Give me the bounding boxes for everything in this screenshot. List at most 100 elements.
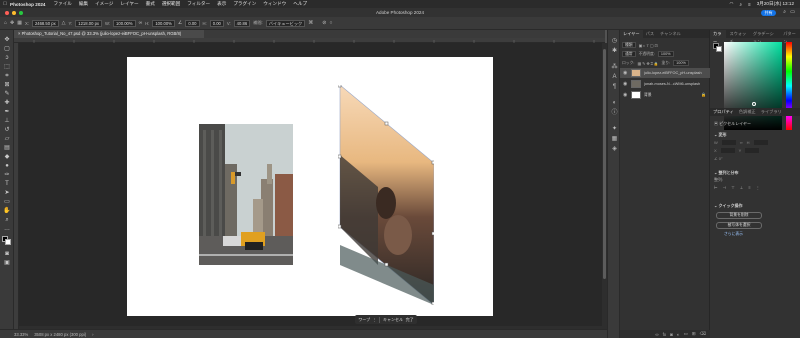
opacity-field[interactable]: 100% — [657, 51, 674, 57]
control-center-icon[interactable]: ≡ — [748, 2, 751, 7]
eye-icon[interactable]: ◉ — [623, 79, 627, 89]
learn-panel-icon[interactable]: ✱ — [611, 48, 618, 55]
width-field[interactable]: 100.00% — [113, 19, 136, 27]
layer-kind-filter[interactable]: 種類 — [622, 42, 636, 48]
rotation-value[interactable]: 0° — [719, 156, 723, 161]
history-panel-icon[interactable]: ◷ — [611, 38, 618, 45]
close-window-button[interactable] — [5, 10, 9, 15]
document-tab[interactable]: × Photoshop_Tutorial_No_47.psd @ 33.3% (… — [14, 30, 204, 38]
background-color-swatch[interactable] — [5, 239, 11, 245]
character-panel-icon[interactable]: A — [611, 74, 618, 81]
document-canvas[interactable] — [127, 57, 493, 316]
skew-h-field[interactable]: 0.00 — [209, 19, 224, 27]
eye-icon[interactable]: ◉ — [623, 90, 627, 100]
search-icon[interactable]: ⌕ — [783, 8, 786, 17]
scrollbar-thumb[interactable] — [603, 49, 606, 279]
align-section-title[interactable]: ⌄ 整列と分布 — [714, 170, 738, 176]
delta-icon[interactable]: △ — [62, 20, 66, 26]
link-icon[interactable]: ∞ — [139, 20, 143, 26]
swatches-panel-icon[interactable]: ▦ — [611, 136, 618, 143]
tab-color[interactable]: カラー — [710, 30, 727, 44]
layer-name[interactable]: julio-lopez-eiBFFOC_pH-unsplash — [644, 68, 706, 78]
brush-panel-icon[interactable]: ⁂ — [611, 64, 618, 71]
chevron-right-icon[interactable]: › — [92, 332, 93, 337]
tab-paths[interactable]: パス — [643, 30, 657, 38]
mask-icon[interactable]: ◙ — [670, 332, 673, 337]
x-position-field[interactable]: 2468.50 px — [31, 19, 59, 27]
cancel-transform-icon[interactable]: ⊘ — [322, 20, 326, 26]
more-tools-icon[interactable]: … — [3, 225, 11, 233]
move-tool-icon[interactable]: ✥ — [3, 36, 11, 44]
frame-tool-icon[interactable]: ⊠ — [3, 81, 11, 89]
menu-file[interactable]: ファイル — [53, 1, 71, 7]
reference-point-icon[interactable]: ▦ — [17, 20, 22, 26]
adjust-panel-icon[interactable]: ◐ — [611, 100, 618, 107]
menu-edit[interactable]: 編集 — [79, 1, 88, 7]
tab-swatches[interactable]: スウォッチ — [726, 30, 749, 44]
tab-channels[interactable]: チャンネル — [657, 30, 684, 38]
height-field[interactable]: 100.00% — [152, 19, 175, 27]
eyedropper-tool-icon[interactable]: ✎ — [3, 90, 11, 98]
fx-icon[interactable]: fx — [663, 332, 667, 337]
styles-panel-icon[interactable]: ◈ — [611, 146, 618, 153]
interpolation-select[interactable]: バイキュービック — [265, 19, 306, 27]
select-subject-button[interactable]: 被写体を選択 — [716, 222, 762, 229]
background-swatch[interactable] — [716, 46, 722, 52]
apple-icon[interactable]:  — [0, 1, 10, 7]
align-icons[interactable]: ⊢ ⊣ ⊤ ⊥ ≡ ⋮ — [714, 185, 762, 190]
path-select-tool-icon[interactable]: ➤ — [3, 189, 11, 197]
healing-brush-icon[interactable]: ✚ — [3, 99, 11, 107]
more-link[interactable]: さらに表示 — [724, 232, 743, 237]
zoom-level[interactable]: 33.33% — [14, 332, 28, 337]
layer-row[interactable]: ◉ jonah-moses-N...cWM6-unsplash — [620, 79, 710, 89]
type-tool-icon[interactable]: T — [3, 180, 11, 188]
clone-stamp-icon[interactable]: ⊥ — [3, 117, 11, 125]
wifi-icon[interactable]: ◠ — [729, 1, 733, 7]
fill-field[interactable]: 100% — [673, 60, 689, 66]
glyph-panel-icon[interactable]: ✦ — [611, 126, 618, 133]
prop-y-field[interactable] — [745, 148, 760, 153]
color-picker-field[interactable] — [724, 42, 782, 130]
share-button[interactable]: 共有 — [761, 9, 776, 16]
menu-select[interactable]: 選択範囲 — [162, 1, 180, 7]
prop-w-field[interactable] — [721, 140, 736, 145]
hue-slider[interactable] — [786, 42, 792, 130]
pen-tool-icon[interactable]: ✑ — [3, 171, 11, 179]
y-position-field[interactable]: 1218.00 px — [75, 19, 102, 27]
skew-v-field[interactable]: 40.86 — [233, 19, 251, 27]
layer-row[interactable]: ◉ julio-lopez-eiBFFOC_pH-unsplash — [620, 68, 710, 78]
workspace-icon[interactable]: ▭ — [790, 8, 795, 17]
color-picker-handle[interactable] — [752, 102, 756, 106]
blend-mode-select[interactable]: 通常 — [622, 51, 636, 57]
tab-gradients[interactable]: グラデーション — [750, 30, 780, 44]
info-panel-icon[interactable]: ⓘ — [611, 110, 618, 117]
hand-tool-icon[interactable]: ✋ — [3, 207, 11, 215]
menu-type[interactable]: 書式 — [146, 1, 155, 7]
commit-transform-icon[interactable]: ○ — [329, 20, 332, 26]
prop-link-icon[interactable]: ∞ — [740, 140, 743, 145]
tab-layers[interactable]: レイヤー — [620, 30, 643, 38]
transform-section-title[interactable]: ⌄ 変形 — [714, 132, 726, 138]
menu-filter[interactable]: フィルター — [187, 1, 210, 7]
tab-libraries[interactable]: ライブラリ — [761, 109, 782, 114]
more-options-icon[interactable]: ⋮ — [373, 317, 377, 322]
layer-row[interactable]: ◉ 背景 🔒 — [620, 90, 710, 100]
layer-name[interactable]: 背景 — [644, 90, 706, 100]
move-tool-icon[interactable]: ✥ — [10, 20, 14, 26]
search-icon[interactable]: ⌕ — [739, 2, 742, 7]
menu-view[interactable]: 表示 — [217, 1, 226, 7]
filter-icons[interactable]: ▣ ◐ T ▢ ⊡ — [639, 43, 658, 48]
tab-adjustments[interactable]: 色調補正 — [739, 109, 756, 114]
new-layer-icon[interactable]: ⊞ — [692, 331, 696, 337]
paragraph-panel-icon[interactable]: ¶ — [611, 84, 618, 91]
menu-layer[interactable]: レイヤー — [120, 1, 138, 7]
lock-icons[interactable]: ▦ ✎ ✥ ⌗ 🔒 — [637, 61, 658, 66]
cancel-button[interactable]: キャンセル — [383, 317, 403, 323]
city-street-photo[interactable] — [199, 124, 293, 265]
dodge-tool-icon[interactable]: ● — [3, 162, 11, 170]
tab-patterns[interactable]: パターン — [780, 30, 800, 44]
rectangle-tool-icon[interactable]: ▭ — [3, 198, 11, 206]
menu-window[interactable]: ウィンドウ — [263, 1, 286, 7]
lock-icon[interactable]: 🔒 — [701, 90, 706, 100]
menubar-clock[interactable]: 3月20日(水) 13:12 — [757, 1, 794, 7]
